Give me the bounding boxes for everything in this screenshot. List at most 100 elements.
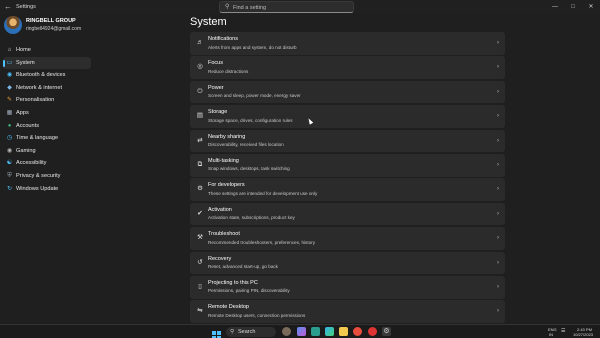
sidebar-item-privacy-security[interactable]: ⛨ Privacy & security [3, 170, 91, 183]
chevron-right-icon: › [497, 88, 499, 95]
row-title: Activation [208, 206, 232, 213]
system-icon: ▭ [6, 59, 13, 66]
row-subtitle: Discoverability, received files location [208, 142, 284, 148]
start-button[interactable] [212, 327, 221, 338]
settings-list: ♬ Notifications Alerts from apps and sys… [190, 32, 505, 325]
sidebar-item-label: Privacy & security [16, 172, 61, 179]
sidebar-item-label: Windows Update [16, 185, 59, 192]
settings-row-multi-tasking[interactable]: ⧉ Multi-tasking Snap windows, desktops, … [190, 153, 505, 177]
sidebar-item-system[interactable]: ▭ System [3, 56, 91, 70]
row-title: Focus [208, 60, 223, 67]
row-title: Notifications [208, 36, 238, 42]
chevron-right-icon: › [497, 283, 499, 290]
app-icon-red[interactable] [353, 327, 362, 336]
settings-row-activation[interactable]: ✔ Activation Activation state, subscript… [190, 202, 505, 226]
settings-row-remote-desktop[interactable]: ⇋ Remote Desktop Remote Desktop users, c… [190, 300, 505, 323]
sidebar-item-gaming[interactable]: ◉ Gaming [3, 145, 91, 158]
sidebar-item-bluetooth[interactable]: ◉ Bluetooth & devices [3, 69, 91, 82]
search-icon: ⚲ [230, 329, 235, 335]
sidebar-item-time-language[interactable]: ◷ Time & language [3, 132, 91, 145]
sidebar-item-label: Home [16, 47, 31, 53]
wifi-icon[interactable]: ☰ [561, 329, 565, 334]
recovery-icon: ↺ [197, 258, 203, 266]
search-icon: ⚲ [225, 4, 230, 10]
profile-email: ringbell4924@gmail.com [26, 26, 82, 32]
clock-date[interactable]: 10/27/2023 [573, 332, 593, 337]
brush-icon: ✎ [6, 97, 13, 104]
bell-icon: ♬ [196, 39, 204, 46]
settings-row-power[interactable]: ⏻ Power Screen and sleep, power mode, en… [190, 80, 505, 104]
back-arrow-icon[interactable]: ← [3, 2, 13, 12]
chevron-right-icon: › [497, 161, 499, 168]
row-subtitle: Storage space, drives, configuration rul… [208, 117, 293, 123]
row-subtitle: Screen and sleep, power mode, energy sav… [208, 93, 301, 99]
multitask-icon: ⧉ [197, 160, 203, 168]
chevron-right-icon: › [497, 235, 499, 242]
settings-row-projecting[interactable]: ▯ Projecting to this PC Permissions, pai… [190, 275, 505, 299]
clock-icon: ◷ [6, 135, 13, 142]
gamepad-icon: ◉ [6, 147, 13, 154]
sidebar-nav: ⌂ Home ▭ System ◉ Bluetooth & devices ◆ … [3, 44, 91, 195]
focus-icon: ◎ [197, 63, 203, 71]
title-bar: ← Settings ⚲ — □ ✕ [0, 0, 600, 14]
settings-row-focus[interactable]: ◎ Focus Reduce distractions › [190, 56, 505, 79]
taskbar-search[interactable]: ⚲ Search [226, 327, 276, 337]
settings-taskbar-icon[interactable]: ⚙ [382, 327, 391, 336]
sidebar-item-accounts[interactable]: ● Accounts [3, 120, 91, 133]
settings-row-storage[interactable]: ▤ Storage Storage space, drives, configu… [190, 105, 505, 128]
language-region[interactable]: IN [549, 332, 553, 337]
row-title: Nearby sharing [208, 133, 246, 140]
edge-icon[interactable] [325, 327, 334, 336]
accounts-icon: ● [7, 122, 12, 129]
sidebar-item-apps[interactable]: ▦ Apps [3, 107, 91, 120]
network-icon: ◆ [7, 84, 12, 91]
sidebar-item-home[interactable]: ⌂ Home [3, 44, 91, 57]
minimize-icon[interactable]: — [548, 1, 562, 13]
update-icon: ↻ [6, 185, 13, 192]
user-profile[interactable]: RINGBELL GROUP ringbell4924@gmail.com [4, 16, 114, 38]
chevron-right-icon: › [497, 113, 499, 120]
sidebar-item-personalisation[interactable]: ✎ Personalisation [3, 94, 91, 107]
file-explorer-icon[interactable] [339, 327, 348, 336]
windows-logo-icon [212, 331, 221, 338]
app-title: Settings [16, 4, 36, 10]
settings-search-input[interactable] [233, 3, 348, 12]
widgets-icon[interactable] [282, 327, 291, 336]
sidebar-item-label: Time & language [16, 135, 59, 142]
wrench-icon: ⚒ [197, 234, 203, 242]
close-icon[interactable]: ✕ [584, 1, 598, 13]
task-view-icon[interactable] [311, 327, 320, 336]
settings-row-recovery[interactable]: ↺ Recovery Reset, advanced start-up, go … [190, 251, 505, 275]
row-subtitle: Activation state, subscriptions, product… [208, 215, 295, 221]
row-title: Storage [208, 109, 228, 116]
share-icon: ⇄ [197, 136, 203, 144]
sidebar-item-label: Gaming [16, 147, 36, 154]
row-title: Remote Desktop [208, 304, 249, 311]
sidebar-item-accessibility[interactable]: ☯ Accessibility [3, 157, 91, 170]
settings-search-box[interactable]: ⚲ [219, 1, 354, 13]
settings-row-notifications[interactable]: ♬ Notifications Alerts from apps and sys… [190, 32, 505, 55]
shield-icon: ⛨ [7, 172, 12, 179]
row-subtitle: Reduce distractions [208, 68, 249, 74]
sidebar-item-label: Network & internet [16, 84, 63, 91]
settings-row-nearby-sharing[interactable]: ⇄ Nearby sharing Discoverability, receiv… [190, 129, 505, 153]
settings-row-troubleshoot[interactable]: ⚒ Troubleshoot Recommended troubleshoote… [190, 227, 505, 250]
chevron-right-icon: › [497, 64, 499, 71]
sidebar-item-windows-update[interactable]: ↻ Windows Update [3, 183, 91, 196]
profile-name: RINGBELL GROUP [26, 18, 76, 24]
taskbar: ⚲ Search ⚙ ENG IN ☰ 2:43 PM 10/27/2023 [0, 324, 600, 338]
chevron-right-icon: › [497, 40, 499, 46]
chevron-right-icon: › [497, 210, 499, 217]
settings-row-for-developers[interactable]: ⚙ For developers These settings are inte… [190, 178, 505, 201]
page-title: System [190, 16, 227, 28]
maximize-icon[interactable]: □ [566, 1, 580, 13]
sidebar-item-network[interactable]: ◆ Network & internet [3, 82, 91, 95]
row-subtitle: These settings are intended for developm… [208, 190, 318, 196]
copilot-icon[interactable] [297, 327, 306, 336]
row-subtitle: Snap windows, desktops, task switching [208, 166, 290, 172]
row-subtitle: Permissions, pairing PIN, discoverabilit… [208, 288, 290, 294]
chevron-right-icon: › [497, 259, 499, 266]
row-title: Troubleshoot [208, 231, 240, 238]
chevron-right-icon: › [497, 137, 499, 144]
app-icon-chrome[interactable] [368, 327, 377, 336]
